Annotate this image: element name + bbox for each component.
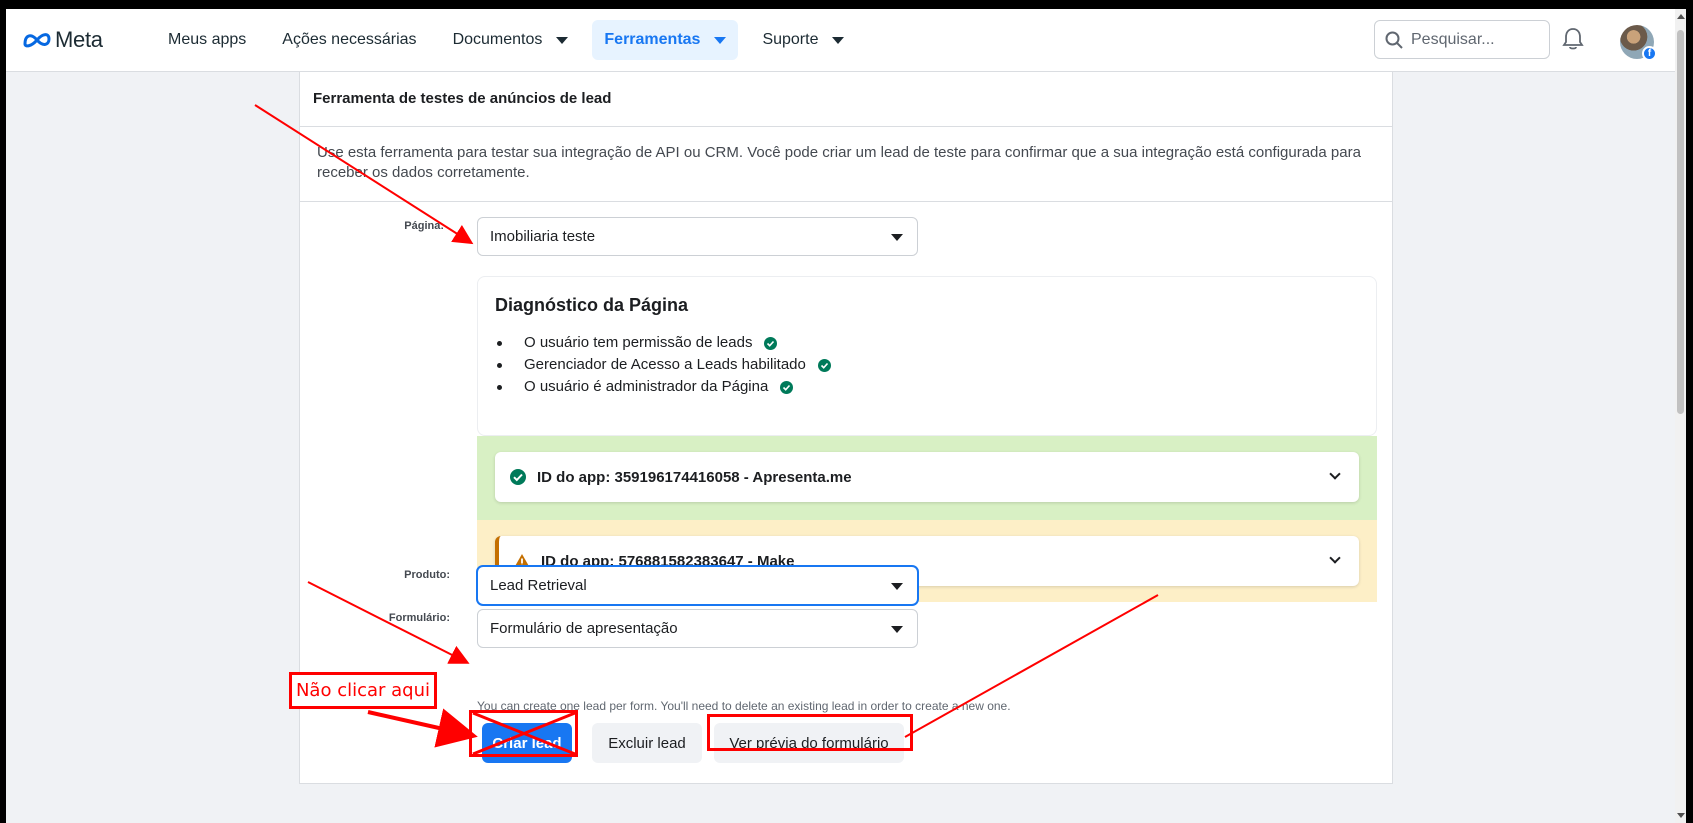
bullet-icon bbox=[497, 384, 502, 390]
nav-label: Meus apps bbox=[168, 31, 247, 48]
browser-viewport: Meta Meus apps Ações necessárias Documen… bbox=[6, 9, 1686, 823]
caret-down-icon bbox=[891, 583, 903, 590]
check-circle-icon bbox=[510, 469, 526, 485]
search-input[interactable] bbox=[1411, 30, 1531, 49]
chevron-down-icon[interactable] bbox=[1329, 468, 1341, 480]
nav-label: Ações necessárias bbox=[282, 31, 417, 48]
page-label: Página: bbox=[404, 220, 444, 232]
check-circle-icon bbox=[764, 336, 778, 350]
scrollbar-thumb[interactable] bbox=[1677, 30, 1684, 414]
notifications-bell-icon[interactable] bbox=[1562, 27, 1584, 51]
annotation-create-lead-box bbox=[469, 710, 578, 757]
nav-acoes-necessarias[interactable]: Ações necessárias bbox=[270, 20, 428, 60]
bullet-icon bbox=[497, 362, 502, 368]
product-select[interactable]: Lead Retrieval bbox=[477, 566, 918, 605]
card-title: Ferramenta de testes de anúncios de lead bbox=[300, 72, 1392, 127]
page-select-value: Imobiliaria teste bbox=[490, 228, 596, 245]
check-circle-icon bbox=[817, 358, 831, 372]
caret-down-icon bbox=[714, 36, 727, 44]
diagnostics-item: Gerenciador de Acesso a Leads habilitado bbox=[495, 354, 1359, 376]
card-description: Use esta ferramenta para testar sua inte… bbox=[300, 127, 1392, 202]
app-row-label: ID do app: 359196174416058 - Apresenta.m… bbox=[537, 468, 852, 486]
product-select-value: Lead Retrieval bbox=[490, 577, 587, 594]
form-select-value: Formulário de apresentação bbox=[490, 620, 678, 637]
bullet-icon bbox=[497, 340, 502, 346]
nav-documentos[interactable]: Documentos bbox=[441, 20, 581, 60]
nav-label: Documentos bbox=[452, 31, 543, 48]
form-label: Formulário: bbox=[388, 612, 450, 624]
diagnostics-text: O usuário é administrador da Página bbox=[524, 378, 769, 395]
facebook-badge-icon: f bbox=[1642, 46, 1657, 61]
lead-ads-testing-tool-card: Ferramenta de testes de anúncios de lead… bbox=[299, 72, 1393, 784]
diagnostics-text: O usuário tem permissão de leads bbox=[524, 334, 753, 351]
diagnostics-title: Diagnóstico da Página bbox=[495, 295, 689, 315]
diagnostics-item: O usuário tem permissão de leads bbox=[495, 332, 1359, 354]
form-select[interactable]: Formulário de apresentação bbox=[477, 609, 918, 648]
caret-down-icon bbox=[832, 36, 845, 44]
product-label: Produto: bbox=[404, 569, 450, 581]
nav-meus-apps[interactable]: Meus apps bbox=[156, 20, 258, 60]
caret-down-icon bbox=[556, 36, 569, 44]
annotation-do-not-click-label: Não clicar aqui bbox=[289, 672, 437, 709]
vertical-scrollbar[interactable] bbox=[1675, 9, 1686, 823]
scroll-up-arrow-icon[interactable] bbox=[1677, 14, 1685, 19]
diagnostics-text: Gerenciador de Acesso a Leads habilitado bbox=[524, 356, 806, 373]
diagnostics-list: O usuário tem permissão de leads Gerenci… bbox=[495, 332, 1359, 398]
main-nav: Meus apps Ações necessárias Documentos F… bbox=[156, 20, 868, 60]
delete-lead-button[interactable]: Excluir lead bbox=[592, 723, 702, 763]
meta-logo[interactable]: Meta bbox=[22, 27, 103, 53]
top-navigation-bar: Meta Meus apps Ações necessárias Documen… bbox=[6, 9, 1686, 72]
app-row-apresenta[interactable]: ID do app: 359196174416058 - Apresenta.m… bbox=[495, 452, 1359, 502]
chevron-down-icon[interactable] bbox=[1329, 552, 1341, 564]
caret-down-icon bbox=[891, 234, 903, 241]
diagnostics-item: O usuário é administrador da Página bbox=[495, 376, 1359, 398]
caret-down-icon bbox=[891, 626, 903, 633]
scroll-down-arrow-icon[interactable] bbox=[1677, 813, 1685, 818]
page-diagnostics-panel: Diagnóstico da Página O usuário tem perm… bbox=[477, 276, 1377, 436]
check-circle-icon bbox=[780, 380, 794, 394]
nav-ferramentas[interactable]: Ferramentas bbox=[592, 20, 739, 60]
nav-label: Suporte bbox=[762, 31, 819, 48]
search-box bbox=[1374, 20, 1550, 59]
annotation-preview-box bbox=[707, 714, 913, 751]
page-select[interactable]: Imobiliaria teste bbox=[477, 217, 918, 256]
nav-suporte[interactable]: Suporte bbox=[750, 20, 856, 60]
nav-label: Ferramentas bbox=[604, 31, 701, 48]
meta-infinity-icon bbox=[23, 33, 51, 48]
brand-name: Meta bbox=[55, 27, 103, 52]
search-icon bbox=[1385, 31, 1403, 49]
app-status-ok-band: ID do app: 359196174416058 - Apresenta.m… bbox=[477, 436, 1377, 520]
